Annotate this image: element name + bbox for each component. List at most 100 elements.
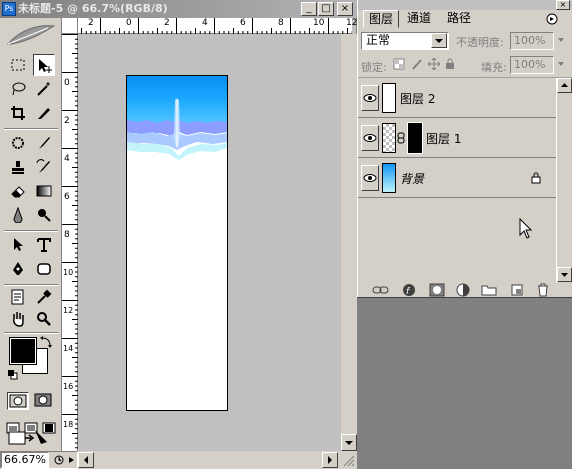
blend-mode-dropdown-icon[interactable]: [431, 33, 447, 48]
layer-row[interactable]: 图层 2: [358, 78, 556, 118]
ruler-label: 0: [64, 78, 70, 88]
layer-name: 图层 1: [426, 132, 462, 146]
slice-tool-icon[interactable]: [33, 102, 55, 124]
scroll-down-button[interactable]: [557, 267, 572, 282]
panel-close-button[interactable]: ×: [556, 0, 570, 10]
document-window: 未标题-5 @ 66.7%(RGB/8) Ps _ □ × 2 0 2 4 6 …: [0, 0, 357, 469]
eyedropper-tool-icon[interactable]: [33, 286, 55, 308]
standard-mode-icon[interactable]: [7, 392, 29, 410]
layers-panel: × 图层 通道 路径 正常 不透明度: 100% 锁定: 填充: 100% 图层…: [357, 0, 572, 297]
layers-footer: f: [358, 283, 572, 297]
feather-logo-icon: [4, 22, 58, 48]
opacity-slider-arrow-icon[interactable]: [555, 33, 567, 48]
history-brush-tool-icon[interactable]: [33, 156, 55, 178]
lock-image-brush-icon[interactable]: [411, 58, 423, 70]
opacity-field[interactable]: 100%: [510, 32, 554, 50]
jump-to-imageready-icon[interactable]: [7, 426, 55, 448]
gradient-tool-icon[interactable]: [33, 180, 55, 202]
scroll-up-button[interactable]: [557, 78, 572, 93]
lock-transparent-icon[interactable]: [393, 58, 405, 70]
layer-row[interactable]: 背景: [358, 158, 556, 198]
new-layer-icon[interactable]: [508, 283, 526, 297]
pen-tool-icon[interactable]: [7, 258, 29, 280]
horizontal-scrollbar[interactable]: [78, 451, 357, 469]
swap-colors-icon[interactable]: [40, 336, 52, 348]
hand-tool-icon[interactable]: [7, 308, 29, 330]
dodge-tool-icon[interactable]: [33, 204, 55, 226]
lasso-tool-icon[interactable]: [7, 78, 29, 100]
delete-layer-trash-icon[interactable]: [534, 283, 552, 297]
zoom-field[interactable]: 66.67%: [1, 452, 49, 468]
ruler-origin[interactable]: [62, 18, 78, 34]
ruler-label: 8: [64, 230, 70, 240]
adjustment-layer-icon[interactable]: [454, 283, 472, 297]
notes-tool-icon[interactable]: [7, 286, 29, 308]
layers-scrollbar[interactable]: [556, 78, 572, 283]
foreground-color-swatch[interactable]: [9, 337, 37, 365]
layer-thumbnail: [382, 123, 396, 153]
healing-brush-tool-icon[interactable]: [7, 132, 29, 154]
eye-visibility-icon[interactable]: [361, 85, 379, 111]
tab-layers[interactable]: 图层: [363, 10, 400, 28]
quick-mask-mode-icon[interactable]: [33, 392, 55, 410]
panel-menu-icon[interactable]: [546, 13, 562, 25]
eye-visibility-icon[interactable]: [361, 165, 379, 191]
crop-tool-icon[interactable]: [7, 102, 29, 124]
lock-all-icon[interactable]: [444, 58, 456, 70]
photoshop-app-icon: Ps: [2, 2, 16, 16]
blur-tool-icon[interactable]: [7, 204, 29, 226]
layer-style-icon[interactable]: f: [400, 283, 418, 297]
path-selection-tool-icon[interactable]: [7, 234, 29, 256]
vertical-scrollbar[interactable]: [341, 34, 357, 451]
lock-position-icon[interactable]: [428, 58, 440, 70]
default-colors-icon[interactable]: [8, 370, 18, 380]
opacity-label: 不透明度:: [456, 36, 504, 49]
scroll-right-button[interactable]: [322, 452, 338, 468]
panel-titlebar[interactable]: [358, 0, 572, 10]
layer-mask-link-icon[interactable]: [397, 132, 405, 144]
layer-row[interactable]: 图层 1: [358, 118, 556, 158]
type-tool-icon[interactable]: [33, 234, 55, 256]
eraser-tool-icon[interactable]: [7, 180, 29, 202]
scroll-down-button[interactable]: [341, 434, 357, 451]
status-bar: 66.67%: [0, 451, 78, 469]
maximize-button[interactable]: □: [318, 2, 334, 16]
magic-wand-tool-icon[interactable]: [33, 78, 55, 100]
layer-thumbnail: [382, 83, 396, 113]
minimize-button[interactable]: _: [301, 2, 317, 16]
ruler-label: 12: [346, 18, 358, 28]
shape-tool-icon[interactable]: [33, 258, 55, 280]
status-info-icon[interactable]: [53, 454, 67, 466]
lock-label: 锁定:: [361, 61, 387, 74]
ruler-label: 18: [63, 420, 74, 429]
new-group-folder-icon[interactable]: [480, 283, 498, 297]
move-tool-icon[interactable]: [33, 54, 55, 76]
brush-tool-icon[interactable]: [33, 132, 55, 154]
layer-mask-thumbnail[interactable]: [407, 122, 423, 154]
status-menu-arrow-icon[interactable]: [67, 454, 77, 466]
layer-name: 背景: [400, 172, 425, 186]
ruler-label: 6: [240, 18, 246, 28]
eye-visibility-icon[interactable]: [361, 125, 379, 151]
ruler-label: 0: [126, 18, 132, 28]
document-title: 未标题-5 @ 66.7%(RGB/8): [18, 2, 168, 15]
add-mask-icon[interactable]: [428, 283, 446, 297]
link-layers-icon[interactable]: [372, 283, 390, 297]
layer-options: 正常 不透明度: 100% 锁定: 填充: 100%: [358, 28, 572, 78]
marquee-tool-icon[interactable]: [7, 54, 29, 76]
clone-stamp-tool-icon[interactable]: [7, 156, 29, 178]
close-button[interactable]: ×: [337, 2, 353, 16]
scroll-left-button[interactable]: [78, 452, 94, 468]
tab-paths[interactable]: 路径: [442, 10, 476, 28]
document-canvas[interactable]: [126, 75, 228, 411]
mouse-cursor-icon: [519, 218, 533, 240]
toolbox: [0, 18, 62, 451]
tab-channels[interactable]: 通道: [402, 10, 436, 28]
fill-slider-arrow-icon[interactable]: [555, 57, 567, 72]
resize-grip-icon[interactable]: [340, 452, 356, 468]
zoom-tool-icon[interactable]: [33, 308, 55, 330]
canvas-area[interactable]: [78, 34, 352, 451]
ruler-label: 8: [278, 18, 284, 28]
fill-field[interactable]: 100%: [510, 56, 554, 74]
panel-tabs: 图层 通道 路径: [358, 10, 572, 28]
